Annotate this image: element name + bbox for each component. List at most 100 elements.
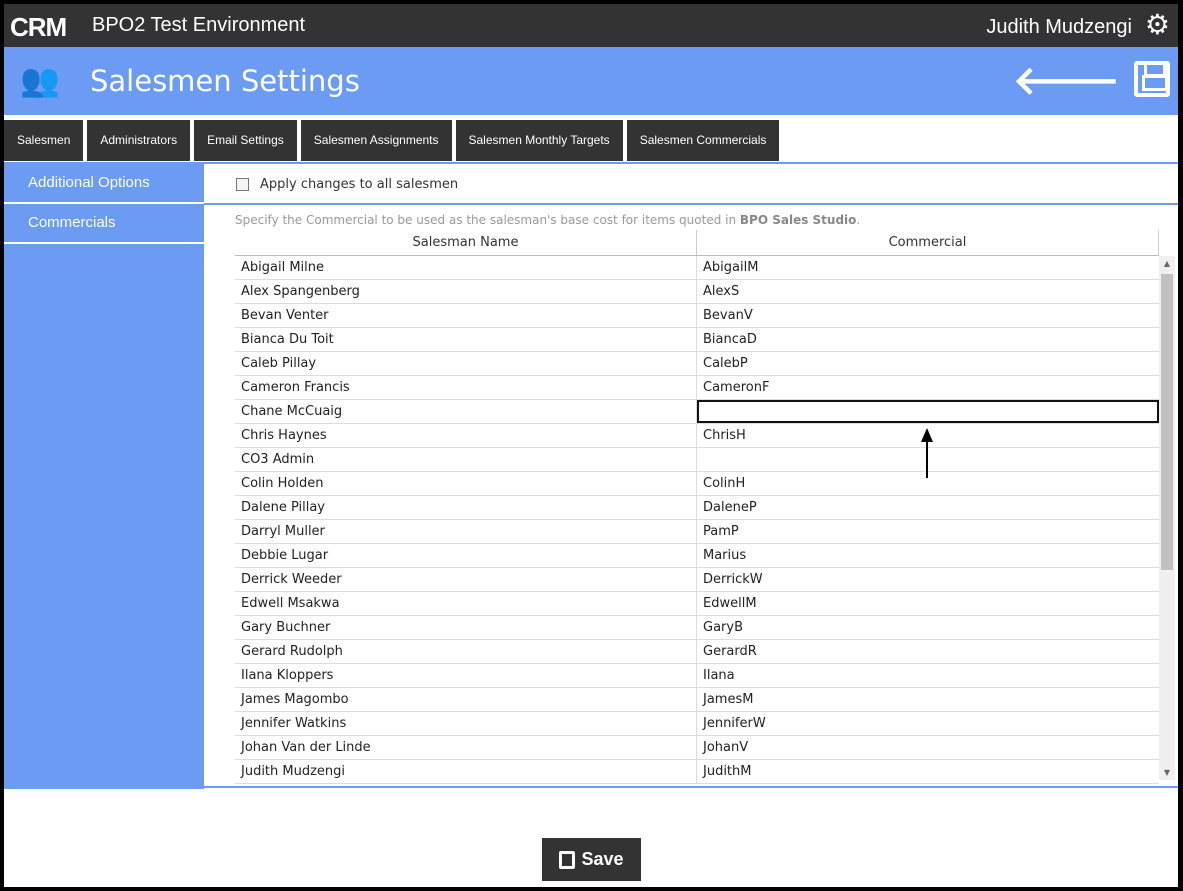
table-row[interactable]: Debbie Lugar Marius [235,544,1159,568]
commercial-cell[interactable]: DerrickW [697,568,1159,591]
tab-salesmen-assignments[interactable]: Salesmen Assignments [300,120,452,161]
page-header: 👥 Salesmen Settings 🡐 [4,47,1178,115]
divider [204,203,1178,205]
column-header-salesman-name[interactable]: Salesman Name [235,230,697,255]
table-row[interactable]: Gerard Rudolph GerardR [235,640,1159,664]
users-icon: 👥 [20,61,60,99]
salesman-name-cell: Caleb Pillay [235,352,697,375]
commercial-cell[interactable]: Marius [697,544,1159,567]
commercial-cell[interactable]: Ilana [697,664,1159,687]
scrollbar[interactable]: ▲ ▼ [1159,256,1175,780]
table-row[interactable]: Darryl Muller PamP [235,520,1159,544]
table-row[interactable]: Colin Holden ColinH [235,472,1159,496]
table-row[interactable]: Alex Spangenberg AlexS [235,280,1159,304]
commercial-cell[interactable]: BevanV [697,304,1159,327]
commercial-cell[interactable]: JenniferW [697,712,1159,735]
annotation-arrow-icon [921,428,933,478]
commercial-cell[interactable]: JudithM [697,760,1159,783]
salesman-name-cell: CO3 Admin [235,448,697,471]
salesman-name-cell: Bevan Venter [235,304,697,327]
salesman-name-cell: Colin Holden [235,472,697,495]
table-row[interactable]: Dalene Pillay DaleneP [235,496,1159,520]
salesman-name-cell: Derrick Weeder [235,568,697,591]
scroll-down-icon[interactable]: ▼ [1159,768,1175,777]
salesman-name-cell: Johan Van der Linde [235,736,697,759]
sidebar-item-additional-options[interactable]: Additional Options [4,164,204,204]
table-header: Salesman Name Commercial [235,230,1159,256]
apply-all-option[interactable]: Apply changes to all salesmen [236,177,458,192]
commercial-cell[interactable]: JamesM [697,688,1159,711]
sidebar-item-commercials[interactable]: Commercials [4,204,204,244]
floppy-icon [559,850,576,869]
product-name: BPO Sales Studio [739,213,857,227]
commercial-cell[interactable]: CalebP [697,352,1159,375]
environment-name: BPO2 Test Environment [92,14,306,36]
save-label: Save [581,849,624,869]
tab-salesmen-monthly-targets[interactable]: Salesmen Monthly Targets [455,120,623,161]
commercial-cell[interactable]: AlexS [697,280,1159,303]
table-body: Abigail Milne AbigailM Alex Spangenberg Ale… [235,256,1159,784]
table-row[interactable]: Edwell Msakwa EdwellM [235,592,1159,616]
tab-salesmen[interactable]: Salesmen [4,120,84,161]
table-row[interactable]: Jennifer Watkins JenniferW [235,712,1159,736]
salesman-name-cell: Cameron Francis [235,376,697,399]
salesman-name-cell: Chris Haynes [235,424,697,447]
instruction-text: Specify the Commercial to be used as the… [235,213,860,227]
back-arrow-icon[interactable]: 🡐 [1013,55,1120,104]
commercial-cell[interactable] [697,448,1159,471]
salesman-name-cell: Judith Mudzengi [235,760,697,783]
salesman-name-cell: Abigail Milne [235,256,697,279]
column-header-commercial[interactable]: Commercial [697,230,1159,255]
commercial-cell[interactable]: JohanV [697,736,1159,759]
commercial-cell[interactable]: GaryB [697,616,1159,639]
commercial-cell[interactable]: ColinH [697,472,1159,495]
gear-icon[interactable]: ⚙ [1145,8,1170,41]
tab-salesmen-commercials[interactable]: Salesmen Commercials [626,120,780,161]
commercial-cell[interactable] [697,400,1159,423]
table-row[interactable]: Abigail Milne AbigailM [235,256,1159,280]
user-name[interactable]: Judith Mudzengi [986,16,1132,39]
top-bar: CRM BPO2 Test Environment Judith Mudzeng… [4,4,1178,47]
commercial-cell[interactable]: BiancaD [697,328,1159,351]
tab-bar: Salesmen Administrators Email Settings S… [4,120,780,161]
table-row[interactable]: Chane McCuaig [235,400,1159,424]
crm-logo[interactable]: CRM [10,12,67,43]
table-row[interactable]: Johan Van der Linde JohanV [235,736,1159,760]
table-row[interactable]: Cameron Francis CameronF [235,376,1159,400]
table-row[interactable]: Chris Haynes ChrisH [235,424,1159,448]
table-row[interactable]: CO3 Admin [235,448,1159,472]
commercial-cell[interactable]: DaleneP [697,496,1159,519]
salesman-name-cell: Darryl Muller [235,520,697,543]
sidebar: Additional Options Commercials [4,164,204,789]
commercial-cell[interactable]: PamP [697,520,1159,543]
app-window: CRM BPO2 Test Environment Judith Mudzeng… [4,4,1178,887]
table-row[interactable]: Caleb Pillay CalebP [235,352,1159,376]
apply-all-checkbox[interactable] [236,178,249,191]
salesman-name-cell: Gerard Rudolph [235,640,697,663]
tab-email-settings[interactable]: Email Settings [194,120,297,161]
scroll-up-icon[interactable]: ▲ [1159,259,1175,268]
salesman-name-cell: James Magombo [235,688,697,711]
commercial-cell[interactable]: EdwellM [697,592,1159,615]
note-end: . [856,213,861,227]
table-row[interactable]: James Magombo JamesM [235,688,1159,712]
table-row[interactable]: Judith Mudzengi JudithM [235,760,1159,784]
save-icon[interactable] [1134,61,1170,97]
table-row[interactable]: Ilana Kloppers Ilana [235,664,1159,688]
commercial-cell[interactable]: AbigailM [697,256,1159,279]
salesman-name-cell: Jennifer Watkins [235,712,697,735]
table-row[interactable]: Gary Buchner GaryB [235,616,1159,640]
tab-administrators[interactable]: Administrators [87,120,191,161]
salesman-name-cell: Dalene Pillay [235,496,697,519]
table-row[interactable]: Bevan Venter BevanV [235,304,1159,328]
scrollbar-thumb[interactable] [1161,274,1173,570]
table-row[interactable]: Derrick Weeder DerrickW [235,568,1159,592]
save-button[interactable]: Save [542,838,641,881]
salesman-name-cell: Edwell Msakwa [235,592,697,615]
commercial-cell[interactable]: GerardR [697,640,1159,663]
divider [4,786,1178,788]
commercial-cell[interactable]: CameronF [697,376,1159,399]
table-row[interactable]: Bianca Du Toit BiancaD [235,328,1159,352]
salesman-name-cell: Gary Buchner [235,616,697,639]
salesman-name-cell: Debbie Lugar [235,544,697,567]
